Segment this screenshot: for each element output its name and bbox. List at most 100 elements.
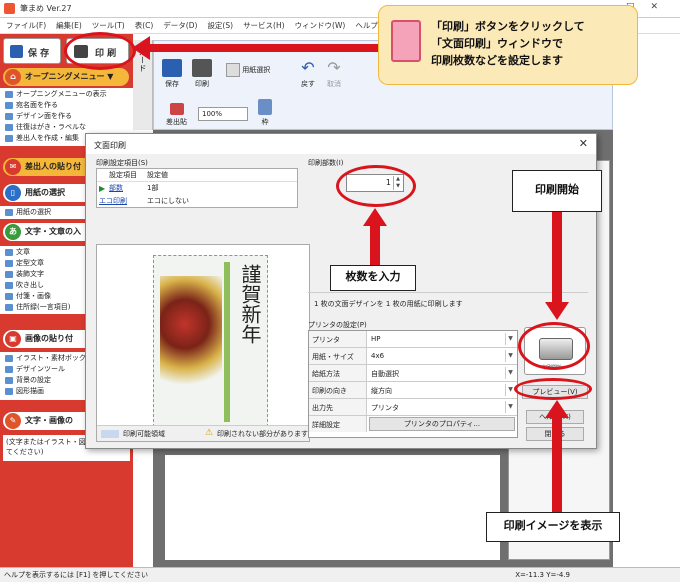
section-label: 文字・画像の — [25, 416, 73, 425]
section-label: 画像の貼り付 — [25, 334, 73, 343]
callout-print-start: 印刷開始 — [512, 170, 602, 212]
chevron-down-icon[interactable]: ▼ — [505, 367, 515, 379]
callout-show-preview: 印刷イメージを表示 — [486, 512, 620, 542]
info-text: 1 枚の文面デザインを 1 枚の用紙に印刷します — [314, 300, 463, 308]
card-paper — [165, 455, 500, 560]
menu-file[interactable]: ファイル(F) — [6, 18, 46, 34]
toolbar-paper-select-button[interactable]: 用紙選択 — [226, 63, 270, 77]
arrow-head-up — [545, 400, 569, 418]
menu-edit[interactable]: 編集(E) — [56, 18, 82, 34]
preview-status-bar: 印刷可能領域 ⚠ 印刷されない部分があります — [97, 425, 309, 441]
bamboo-illustration — [224, 262, 230, 422]
play-icon: ▶ — [99, 184, 106, 193]
dialog-title: 文面印刷 — [94, 141, 126, 150]
list-item[interactable]: 宛名面を作る — [0, 100, 133, 111]
warning-text: 印刷されない部分があります — [217, 430, 308, 438]
toolbar-print-button[interactable]: 印刷 — [192, 59, 212, 89]
status-help-text: ヘルプを表示するには [F1] を押してください — [4, 571, 148, 579]
zoom-select[interactable]: 100% — [198, 107, 248, 121]
paper-feed-row[interactable]: 給紙方法 自動選択 ▼ — [309, 365, 517, 382]
paper-size-row[interactable]: 用紙・サイズ 4x6 ▼ — [309, 348, 517, 365]
settings-label: 印刷設定項目(S) — [96, 159, 148, 167]
list-item[interactable]: オープニングメニューの表示 — [0, 89, 133, 100]
home-icon: ⌂ — [5, 69, 21, 85]
sender-paste-button[interactable]: 差出貼 — [166, 103, 187, 127]
bubble-text: 「印刷」ボタンをクリックして 「文面印刷」ウィンドウで 印刷枚数などを設定します — [431, 18, 585, 69]
status-coords: X=-11.3 Y=-4.9 — [515, 571, 570, 579]
sender-icon — [169, 103, 184, 115]
dialog-close-button[interactable]: ✕ — [579, 137, 588, 150]
row-value: 1部 — [147, 184, 159, 192]
highlight-copies-input — [336, 165, 416, 207]
row-value: 縦方向 — [371, 387, 392, 395]
redo-button[interactable]: ↷ 取消 — [324, 59, 344, 89]
chevron-down-icon[interactable]: ▼ — [505, 350, 515, 362]
frame-label: 枠 — [261, 118, 269, 126]
image-icon: ▣ — [5, 331, 21, 347]
printer-properties-button[interactable]: プリンタのプロパティ... — [369, 417, 515, 431]
row-value: プリンタ — [371, 404, 399, 412]
text-icon: あ — [5, 224, 21, 240]
row-value: HP — [371, 335, 381, 343]
row-key: 出力先 — [309, 399, 367, 415]
close-window-button[interactable]: ✕ — [650, 2, 674, 12]
arrow-to-print-start — [552, 212, 562, 304]
section-label: 差出人の貼り付 — [25, 162, 81, 171]
printable-area-label: 印刷可能領域 — [123, 430, 165, 438]
list-item[interactable]: デザイン面を作る — [0, 111, 133, 122]
printable-area-legend-icon — [101, 430, 119, 438]
chevron-down-icon[interactable]: ▼ — [505, 333, 515, 345]
status-bar: ヘルプを表示するには [F1] を押してください X=-11.3 Y=-4.9 — [0, 567, 680, 582]
copies-label: 印刷部数(I) — [308, 159, 344, 167]
undo-icon: ↶ — [301, 58, 315, 77]
row-key: エコ印刷 — [99, 197, 127, 205]
app-title: 筆まめ Ver.27 — [20, 4, 72, 13]
chevron-down-icon[interactable]: ▼ — [505, 401, 515, 413]
printer-settings-label: プリンタの設定(P) — [308, 321, 367, 329]
warning-icon: ⚠ — [205, 428, 214, 438]
undo-button[interactable]: ↶ 戻す — [298, 59, 318, 89]
orientation-row[interactable]: 印刷の向き 縦方向 ▼ — [309, 382, 517, 399]
table-row[interactable]: エコ印刷 エコにしない — [97, 195, 297, 208]
menu-data[interactable]: データ(D) — [163, 18, 197, 34]
output-row[interactable]: 出力先 プリンタ ▼ — [309, 399, 517, 416]
divider — [308, 292, 588, 293]
rooster-illustration — [160, 276, 222, 396]
row-value: 4x6 — [371, 352, 385, 360]
header-value: 設定値 — [147, 171, 168, 179]
row-key: 用紙・サイズ — [309, 348, 367, 364]
card-preview: 謹賀新年 — [153, 255, 268, 427]
printer-icon — [192, 59, 212, 77]
menu-settings[interactable]: 設定(S) — [207, 18, 233, 34]
save-button-label: 保 存 — [28, 49, 50, 59]
highlight-print-button — [64, 32, 136, 70]
save-button[interactable]: 保 存 — [3, 38, 61, 64]
menu-window[interactable]: ウィンドウ(W) — [295, 18, 346, 34]
bubble-line: 「印刷」ボタンをクリックして — [431, 20, 585, 33]
row-key: 部数 — [109, 184, 123, 192]
undo-label: 戻す — [301, 80, 315, 88]
table-row[interactable]: ▶ 部数 1部 — [97, 182, 297, 195]
arrow-head-up — [363, 208, 387, 226]
section-opening-menu[interactable]: ⌂ オープニングメニュー ▼ — [3, 68, 129, 86]
frame-button[interactable]: 枠 — [258, 99, 272, 127]
menu-service[interactable]: サービス(H) — [243, 18, 285, 34]
printer-row[interactable]: プリンタ HP ▼ — [309, 331, 517, 348]
callout-copies: 枚数を入力 — [330, 265, 416, 291]
save-icon — [162, 59, 182, 77]
section-label: 用紙の選択 — [25, 188, 65, 197]
details-row: 詳細設定 プリンタのプロパティ... — [309, 416, 517, 433]
section-label: オープニングメニュー ▼ — [25, 72, 114, 81]
paper-select-icon — [226, 63, 240, 77]
sender-label: 差出貼 — [166, 118, 187, 126]
highlight-preview-button — [514, 378, 592, 400]
instruction-bubble: 「印刷」ボタンをクリックして 「文面印刷」ウィンドウで 印刷枚数などを設定します — [378, 5, 638, 85]
toolbar-save-button[interactable]: 保存 — [162, 59, 182, 89]
arrow-to-copies — [370, 225, 380, 267]
table-header: 設定項目 設定値 — [97, 169, 297, 182]
menu-table[interactable]: 表(C) — [135, 18, 154, 34]
row-value: エコにしない — [147, 197, 189, 205]
row-key: 詳細設定 — [309, 416, 367, 432]
print-preview: 謹賀新年 印刷可能領域 ⚠ 印刷されない部分があります — [96, 244, 310, 442]
list-item[interactable]: 往復はがき・ラベルな — [0, 122, 133, 133]
